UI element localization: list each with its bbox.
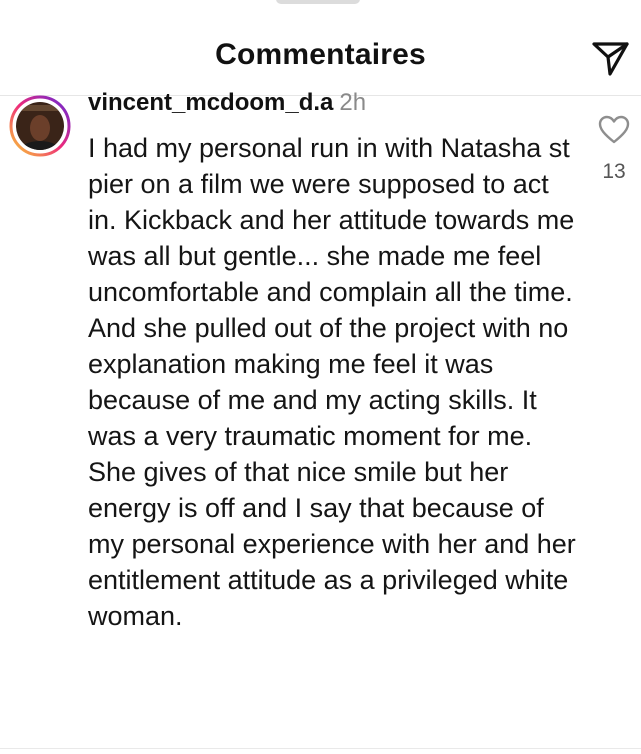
share-button[interactable]	[588, 36, 632, 80]
page-title: Commentaires	[215, 38, 426, 71]
send-paper-plane-icon	[592, 42, 629, 76]
comment-text: I had my personal run in with Natasha st…	[88, 133, 576, 631]
comment-header: vincent_mcdoom_d.a 2h	[88, 88, 366, 118]
comments-header: Commentaires	[0, 0, 641, 95]
like-count: 13	[602, 160, 626, 183]
like-button[interactable]	[598, 115, 630, 145]
bottom-divider	[0, 748, 641, 749]
heart-outline-icon	[598, 115, 630, 144]
comment-timestamp: 2h	[339, 89, 367, 116]
comment-username[interactable]: vincent_mcdoom_d.a	[88, 89, 333, 116]
avatar[interactable]	[9, 95, 71, 157]
